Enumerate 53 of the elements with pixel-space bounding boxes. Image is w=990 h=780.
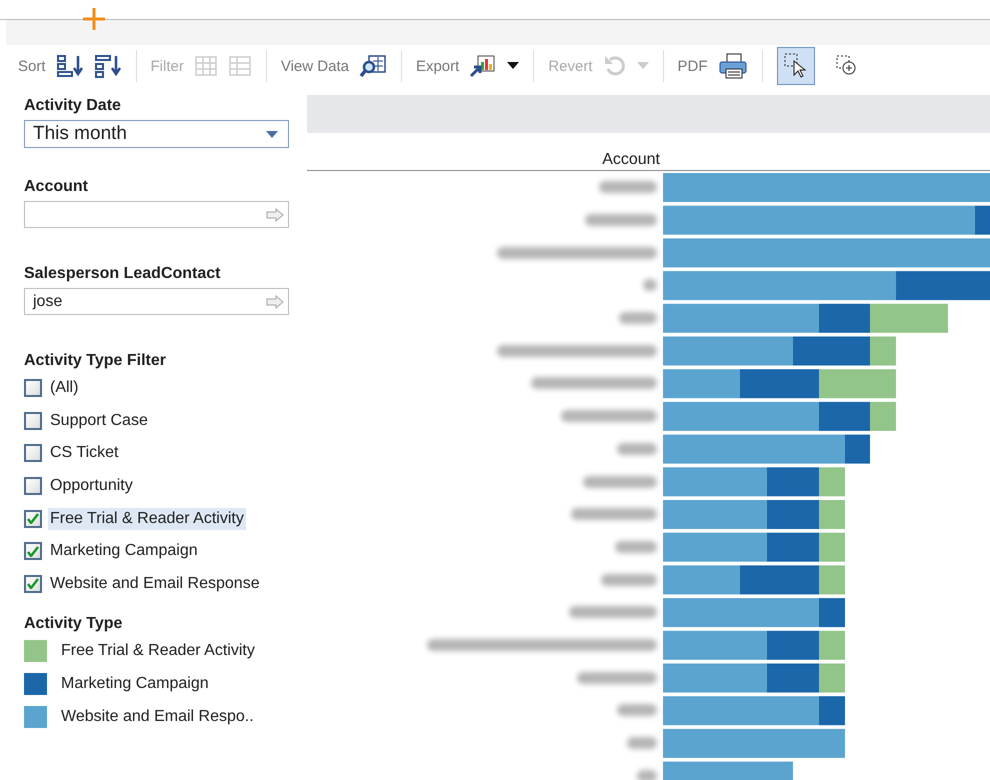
blurred-label [619, 312, 657, 324]
plus-icon [83, 8, 105, 30]
column-header: Account [602, 151, 660, 170]
blurred-label [617, 442, 657, 455]
toolbar-label: PDF [678, 58, 708, 74]
checkbox[interactable] [24, 510, 42, 528]
account-field[interactable] [24, 201, 289, 228]
checkbox[interactable] [24, 412, 42, 430]
checkbox-label[interactable]: Website and Email Response [48, 572, 262, 595]
checkbox-label[interactable]: Marketing Campaign [48, 540, 200, 562]
toolbar-label: Revert [548, 58, 592, 74]
magnifier-icon[interactable] [358, 54, 387, 78]
toolbar-label: Sort [18, 58, 46, 74]
select-cursor-icon [784, 53, 808, 79]
legend-label: Free Trial & Reader Activity [61, 642, 255, 660]
checkbox-label[interactable]: Free Trial & Reader Activity [48, 508, 246, 530]
checkbox[interactable] [24, 477, 42, 496]
checkbox-label[interactable]: CS Ticket [48, 442, 120, 464]
blurred-label [601, 574, 657, 586]
filter-title: Salesperson LeadContact [24, 265, 222, 283]
sort-descending-icon[interactable] [94, 54, 122, 78]
checkbox-label[interactable]: Opportunity [48, 475, 135, 498]
caret-icon [266, 130, 278, 138]
checkbox[interactable] [24, 379, 42, 398]
toolbar-label: Filter [150, 58, 184, 74]
filter-title: Account [24, 178, 89, 196]
checkbox-label[interactable]: (All) [48, 377, 80, 400]
filter-title: Activity Type Filter [24, 352, 167, 370]
date-dropdown[interactable]: This month [24, 120, 289, 148]
chart-export-icon[interactable] [469, 54, 498, 78]
checkbox-label[interactable]: Support Case [48, 410, 150, 432]
checkbox[interactable] [24, 542, 42, 560]
blurred-label [585, 214, 657, 226]
blurred-label [599, 181, 657, 194]
blurred-label [615, 540, 657, 553]
sort-ascending-icon[interactable] [56, 54, 84, 78]
tool-button[interactable] [776, 47, 814, 85]
printer-icon[interactable] [718, 53, 748, 79]
blurred-label [643, 279, 657, 292]
checkbox[interactable] [24, 444, 42, 462]
blurred-label [627, 737, 657, 750]
filter-title: Activity Date [24, 97, 122, 115]
select-zoom-icon [836, 55, 856, 77]
caret-icon[interactable] [507, 62, 520, 70]
legend-label: Marketing Campaign [61, 675, 209, 694]
checkbox[interactable] [24, 574, 42, 593]
legend-title: Activity Type [24, 615, 124, 634]
toolbar-label: Export [416, 58, 460, 74]
blurred-label [617, 704, 657, 716]
salesperson-field[interactable]: jose [24, 288, 289, 315]
legend-label: Website and Email Respo.. [61, 708, 254, 726]
blurred-label [637, 770, 657, 780]
toolbar-label: View Data [280, 58, 349, 74]
